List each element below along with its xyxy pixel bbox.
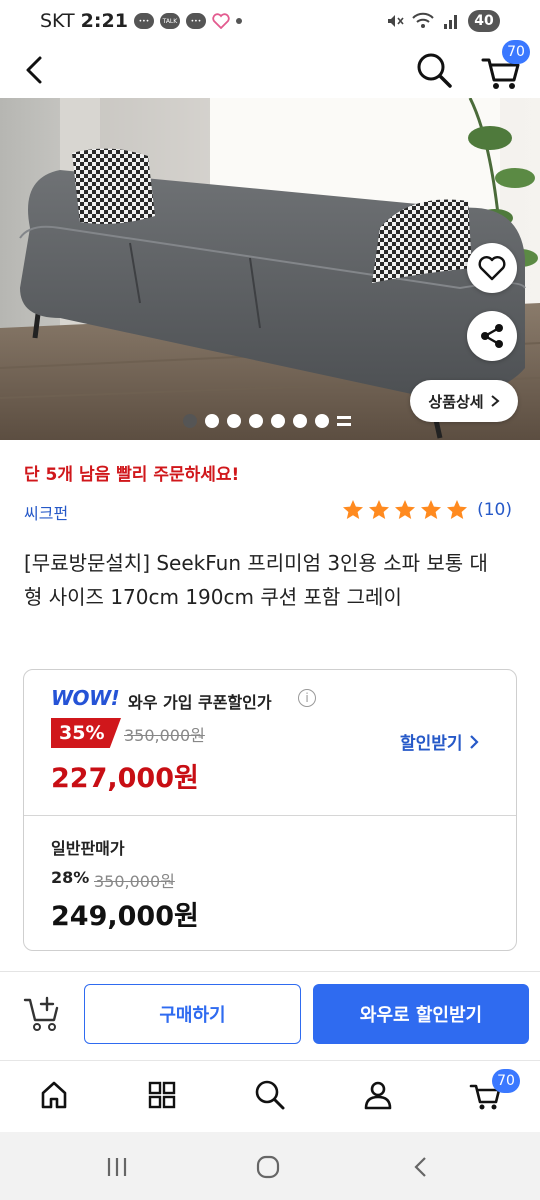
wow-original-price: 350,000원	[124, 726, 205, 745]
get-discount-label: 할인받기	[400, 734, 463, 754]
star-icon	[343, 500, 364, 519]
regular-sale-price: 249,000원	[51, 901, 199, 932]
carrier-label: SKT	[40, 10, 75, 32]
back-system-button[interactable]	[406, 1152, 436, 1182]
pager-dot[interactable]	[293, 414, 307, 428]
clock: 2:21	[80, 10, 128, 32]
star-icon	[369, 500, 390, 519]
system-nav-bar	[0, 1132, 540, 1200]
wow-logo: WOW!	[51, 686, 120, 710]
buy-button[interactable]: 구매하기	[84, 984, 301, 1044]
cart-count-badge: 70	[502, 40, 530, 64]
wow-discount-buy-button[interactable]: 와우로 할인받기	[313, 984, 529, 1044]
pager-dot[interactable]	[183, 414, 197, 428]
tab-cart-badge: 70	[492, 1069, 520, 1093]
chat-bubble-icon: •••	[133, 13, 154, 29]
pager-dot[interactable]	[205, 414, 219, 428]
wishlist-button[interactable]	[467, 243, 517, 293]
search-icon	[255, 1080, 285, 1110]
user-icon	[364, 1081, 392, 1110]
add-to-cart-button[interactable]	[22, 994, 64, 1034]
product-detail-label: 상품상세	[428, 392, 484, 411]
stock-warning: 단 5개 남음 빨리 주문하세요!	[24, 465, 240, 485]
review-count: (10)	[477, 500, 512, 520]
home-circle-icon	[256, 1155, 280, 1179]
discount-rate-badge: 35%	[51, 718, 121, 748]
add-to-cart-icon	[23, 996, 59, 1031]
product-title: [무료방문설치] SeekFun 프리미엄 3인용 소파 보통 대형 사이즈 1…	[24, 551, 488, 609]
share-icon	[481, 324, 503, 348]
get-discount-link[interactable]: 할인받기	[400, 729, 479, 754]
back-arrow-icon	[26, 56, 42, 84]
signal-icon	[444, 15, 457, 29]
status-left: SKT 2:21 ••• TALK •••	[40, 10, 242, 32]
rating[interactable]: (10)	[341, 498, 512, 522]
heart-icon	[478, 256, 506, 281]
pager-dot[interactable]	[227, 414, 241, 428]
bottom-tab-bar: 70	[0, 1060, 540, 1132]
mute-icon	[388, 15, 404, 27]
regular-price-label: 일반판매가	[51, 839, 125, 858]
tab-categories[interactable]	[142, 1075, 182, 1115]
action-divider	[0, 971, 540, 972]
pager-dot[interactable]	[271, 414, 285, 428]
seller-link[interactable]: 씨크펀	[24, 500, 68, 524]
back-button[interactable]	[18, 52, 54, 88]
back-chevron-icon	[414, 1157, 426, 1177]
pager-more-icon	[337, 416, 351, 426]
regular-discount-rate: 28%	[51, 868, 90, 887]
status-right: 40	[386, 10, 500, 32]
star-icon	[447, 500, 468, 519]
info-icon[interactable]: i	[298, 689, 316, 707]
star-icon	[395, 500, 416, 519]
recent-apps-icon	[107, 1158, 127, 1176]
home-icon	[41, 1081, 67, 1109]
tab-my-page[interactable]	[358, 1075, 398, 1115]
price-card: WOW! 와우 가입 쿠폰할인가 i 35% 350,000원 227,000원…	[23, 669, 517, 951]
pager-dot[interactable]	[249, 414, 263, 428]
star-icon	[421, 500, 442, 519]
price-divider	[24, 815, 516, 816]
wow-coupon-price: 227,000원	[51, 763, 199, 794]
tab-search[interactable]	[250, 1075, 290, 1115]
home-system-button[interactable]	[253, 1152, 283, 1182]
search-button[interactable]	[414, 50, 454, 90]
grid-icon	[148, 1081, 176, 1109]
search-icon	[417, 53, 452, 88]
pager-dot[interactable]	[315, 414, 329, 428]
chevron-right-icon	[490, 395, 500, 407]
wifi-icon	[412, 12, 434, 28]
image-pager	[183, 414, 351, 428]
talk-icon: TALK	[159, 13, 180, 29]
tab-home[interactable]	[34, 1075, 74, 1115]
message-icon: •••	[185, 13, 206, 29]
heart-notification-icon	[212, 13, 230, 29]
share-button[interactable]	[467, 311, 517, 361]
top-nav	[0, 44, 540, 96]
status-bar: SKT 2:21 ••• TALK ••• 40	[0, 0, 540, 44]
chevron-right-icon	[469, 734, 479, 749]
battery-indicator: 40	[468, 10, 500, 32]
product-detail-button[interactable]: 상품상세	[410, 380, 518, 422]
regular-original-price: 350,000원	[94, 872, 175, 891]
more-notifications-dot	[235, 18, 242, 24]
wow-price-label: 와우 가입 쿠폰할인가	[128, 693, 272, 712]
recent-apps-button[interactable]	[102, 1152, 132, 1182]
